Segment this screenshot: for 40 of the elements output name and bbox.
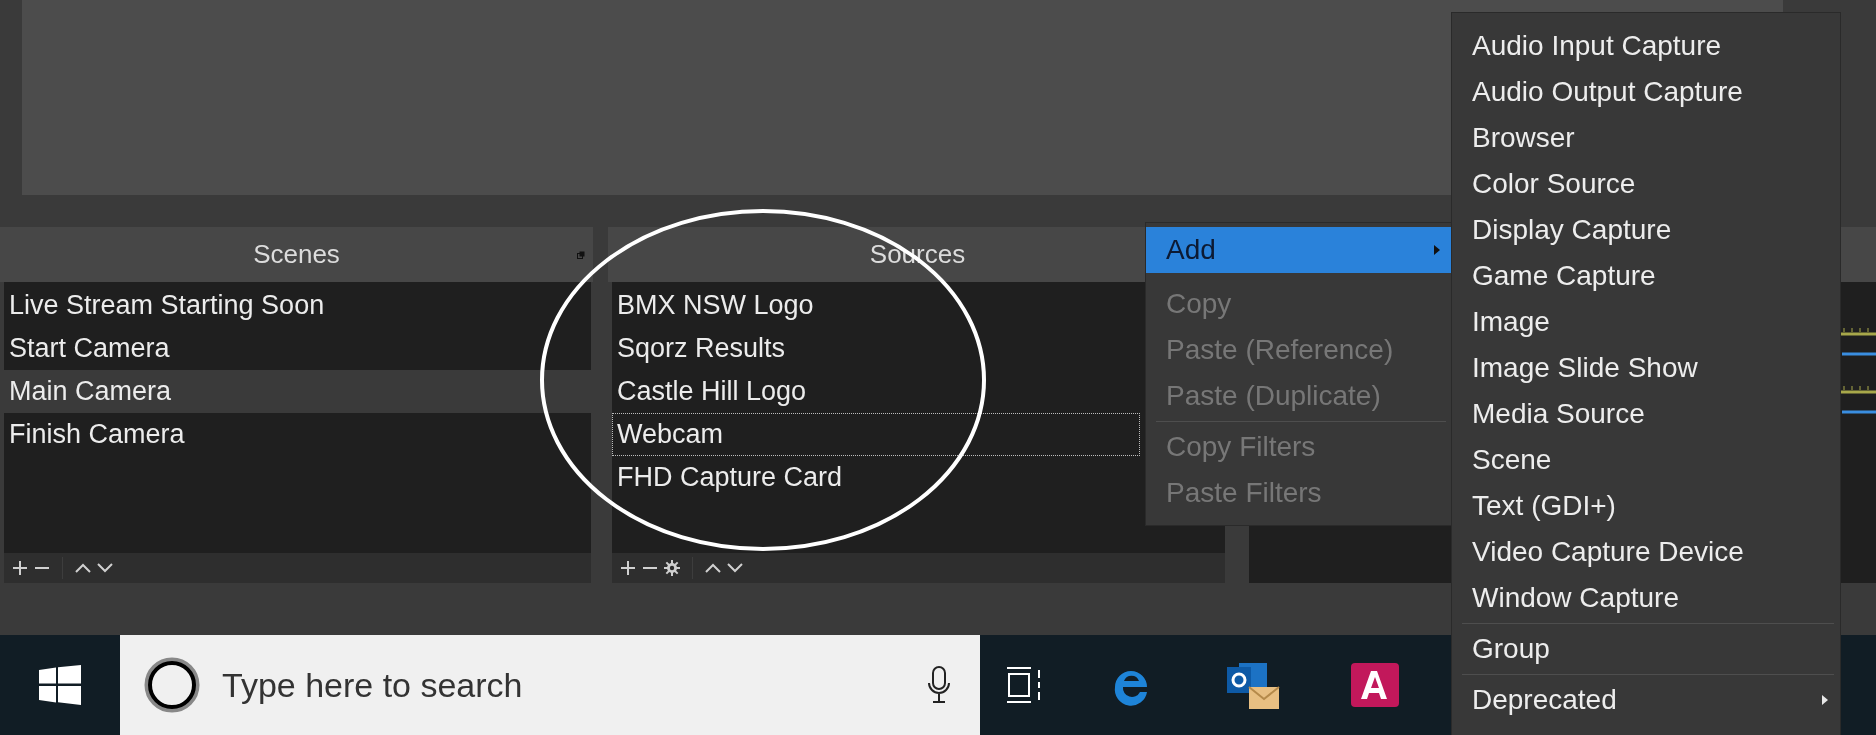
- menu-item[interactable]: Media Source: [1452, 391, 1840, 437]
- move-up-icon[interactable]: [705, 563, 721, 573]
- taskbar-search-box[interactable]: Type here to search: [120, 635, 980, 735]
- menu-item[interactable]: Image Slide Show: [1452, 345, 1840, 391]
- menu-item[interactable]: Add: [1146, 227, 1452, 273]
- menu-item[interactable]: Game Capture: [1452, 253, 1840, 299]
- submenu-arrow-icon: [1822, 695, 1828, 705]
- list-item[interactable]: Webcam: [612, 413, 1140, 456]
- dock-title: Scenes: [253, 239, 340, 270]
- menu-item[interactable]: Text (GDI+): [1452, 483, 1840, 529]
- microphone-icon[interactable]: [928, 666, 950, 704]
- list-item[interactable]: Main Camera: [4, 370, 591, 413]
- add-icon[interactable]: [620, 560, 636, 576]
- menu-item[interactable]: Video Capture Device: [1452, 529, 1840, 575]
- menu-item[interactable]: Color Source: [1452, 161, 1840, 207]
- move-up-icon[interactable]: [75, 563, 91, 573]
- menu-item[interactable]: Deprecated: [1452, 677, 1840, 723]
- settings-icon[interactable]: [664, 560, 680, 576]
- add-icon[interactable]: [12, 560, 28, 576]
- menu-item[interactable]: Browser: [1452, 115, 1840, 161]
- list-item[interactable]: BMX NSW Logo: [612, 284, 1140, 327]
- search-field[interactable]: Type here to search: [220, 664, 908, 706]
- menu-item[interactable]: Scene: [1452, 437, 1840, 483]
- menu-item[interactable]: Audio Input Capture: [1452, 23, 1840, 69]
- move-down-icon[interactable]: [727, 563, 743, 573]
- list-item[interactable]: Sqorz Results: [612, 327, 1140, 370]
- list-item[interactable]: Finish Camera: [4, 413, 591, 456]
- menu-item[interactable]: Image: [1452, 299, 1840, 345]
- menu-item[interactable]: Display Capture: [1452, 207, 1840, 253]
- list-item[interactable]: FHD Capture Card: [612, 456, 1140, 499]
- windows-start-icon[interactable]: [39, 665, 81, 705]
- cortana-circle-icon[interactable]: [144, 657, 200, 713]
- menu-item[interactable]: Window Capture: [1452, 575, 1840, 621]
- list-item[interactable]: Castle Hill Logo: [612, 370, 1140, 413]
- list-item[interactable]: Live Stream Starting Soon: [4, 284, 591, 327]
- submenu-arrow-icon: [1434, 245, 1440, 255]
- list-item[interactable]: Start Camera: [4, 327, 591, 370]
- menu-item[interactable]: Group: [1452, 626, 1840, 672]
- menu-item[interactable]: Audio Output Capture: [1452, 69, 1840, 115]
- move-down-icon[interactable]: [97, 563, 113, 573]
